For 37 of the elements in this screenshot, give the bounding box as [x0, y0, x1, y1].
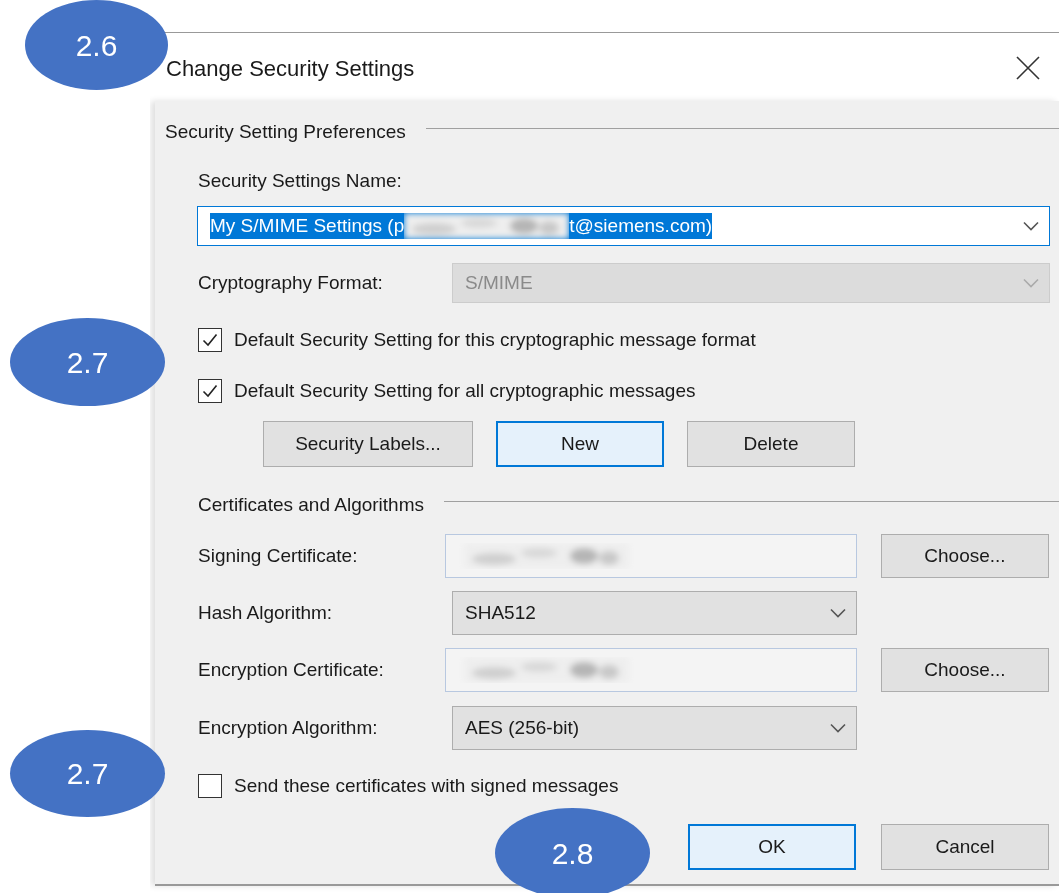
- group-heading: Certificates and Algorithms: [198, 493, 424, 517]
- checkmark-icon: [201, 331, 219, 349]
- field-label: Encryption Algorithm:: [198, 716, 379, 740]
- cancel-button[interactable]: Cancel: [881, 824, 1049, 870]
- field-label: Security Settings Name:: [198, 169, 403, 193]
- chevron-down-icon: [830, 723, 846, 733]
- name-dropdown[interactable]: My S/MIME Settings (p t@siemens.com): [197, 206, 1050, 246]
- chevron-down-icon: [1023, 278, 1039, 288]
- step-callout: 2.7: [10, 730, 165, 817]
- checkbox-label[interactable]: Default Security Setting for this cryptographic message format: [234, 328, 756, 352]
- step-callout: 2.6: [25, 0, 168, 90]
- checkbox[interactable]: [198, 379, 222, 403]
- choose-button[interactable]: Choose...: [881, 534, 1049, 578]
- dropdown[interactable]: AES (256-bit): [452, 706, 857, 750]
- button[interactable]: Security Labels...: [263, 421, 473, 467]
- certificate-field[interactable]: [445, 534, 857, 578]
- close-icon[interactable]: [1015, 55, 1041, 81]
- step-callout: 2.7: [10, 318, 165, 406]
- checkbox[interactable]: [198, 328, 222, 352]
- checkmark-icon: [201, 382, 219, 400]
- field-label: Cryptography Format:: [198, 271, 384, 295]
- button[interactable]: Delete: [687, 421, 855, 467]
- chevron-down-icon: [830, 608, 846, 618]
- field-label: Encryption Certificate:: [198, 658, 385, 682]
- field-label: Hash Algorithm:: [198, 601, 334, 625]
- certificate-field[interactable]: [445, 648, 857, 692]
- checkbox[interactable]: [198, 774, 222, 798]
- window-title: Change Security Settings: [166, 55, 415, 83]
- button[interactable]: New: [496, 421, 664, 467]
- chevron-down-icon: [1023, 221, 1039, 231]
- dropdown[interactable]: SHA512: [452, 591, 857, 635]
- checkbox-label[interactable]: Default Security Setting for all cryptographic messages: [234, 379, 696, 403]
- checkbox-label[interactable]: Send these certificates with signed messages: [234, 774, 619, 798]
- field-label: Signing Certificate:: [198, 544, 359, 568]
- group-heading: Security Setting Preferences: [165, 120, 406, 144]
- choose-button[interactable]: Choose...: [881, 648, 1049, 692]
- ok-button[interactable]: OK: [688, 824, 856, 870]
